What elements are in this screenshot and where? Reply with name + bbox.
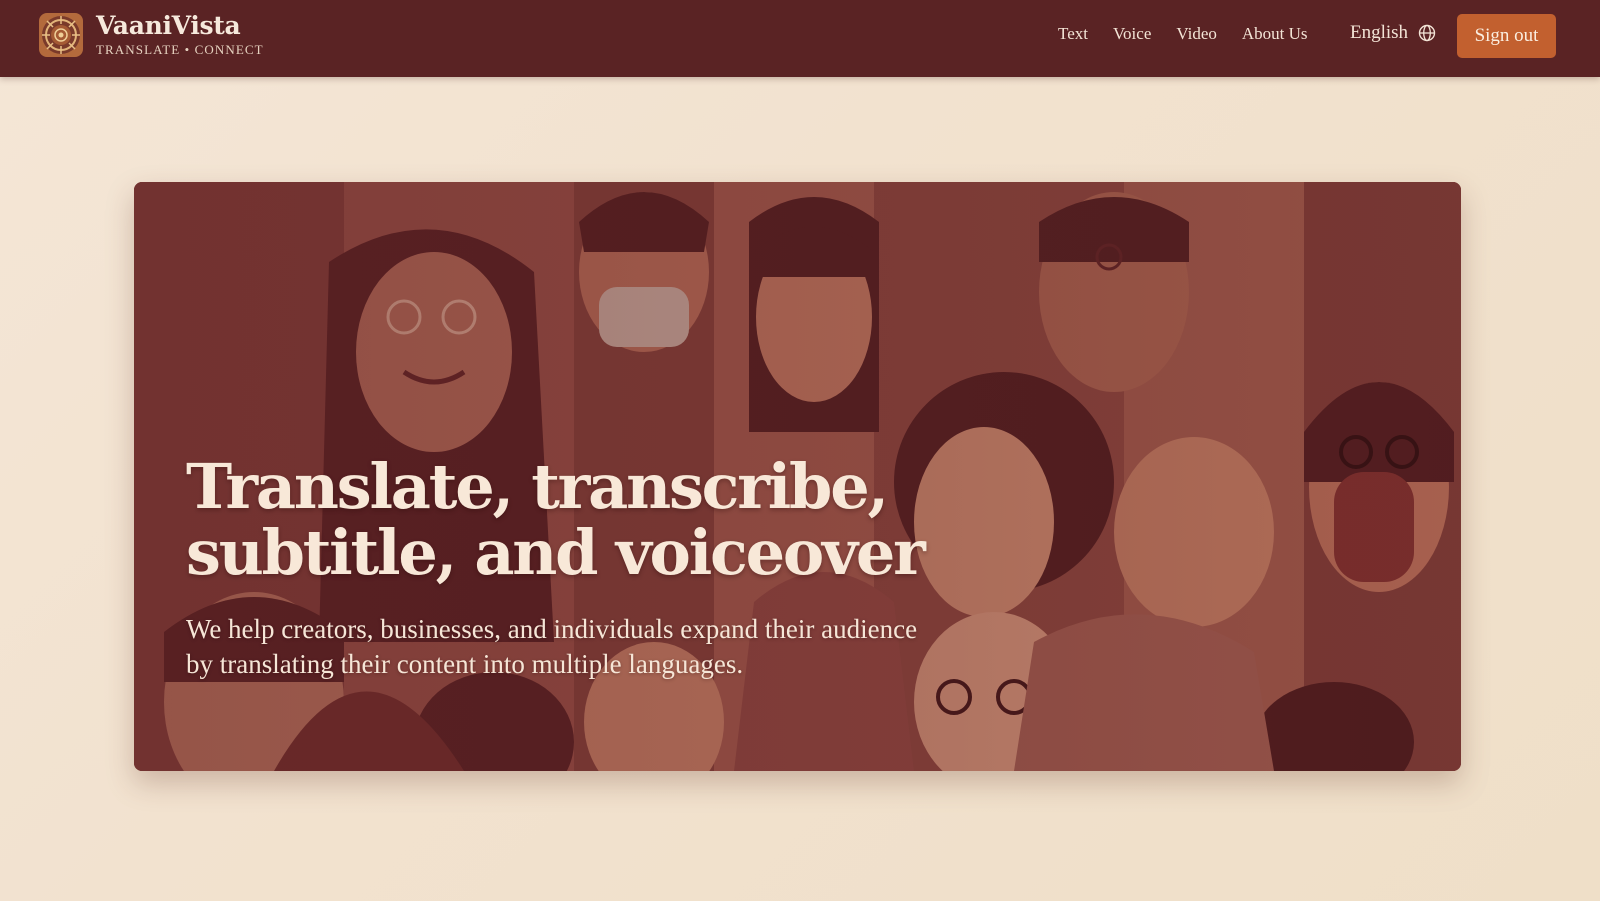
hero-banner: Translate, transcribe, subtitle, and voi… (134, 182, 1461, 771)
brand-tagline: TRANSLATE • CONNECT (96, 42, 264, 57)
globe-icon (1418, 24, 1436, 42)
brand-name: VaaniVista (96, 11, 241, 40)
language-label: English (1350, 22, 1409, 43)
hero-title: Translate, transcribe, subtitle, and voi… (186, 450, 926, 589)
primary-nav: Text Voice Video About Us (1058, 24, 1333, 44)
mandala-logo-icon (39, 13, 83, 57)
nav-link-text[interactable]: Text (1058, 24, 1088, 44)
nav-link-video[interactable]: Video (1176, 24, 1217, 44)
sign-out-button[interactable]: Sign out (1457, 14, 1556, 58)
nav-link-voice[interactable]: Voice (1113, 24, 1151, 44)
language-selector[interactable]: English (1350, 22, 1436, 44)
nav-link-about-us[interactable]: About Us (1242, 24, 1308, 44)
hero-subtitle: We help creators, businesses, and indivi… (186, 614, 918, 679)
top-navbar: VaaniVista TRANSLATE • CONNECT Text Voic… (0, 0, 1600, 77)
brand[interactable]: VaaniVista TRANSLATE • CONNECT (38, 12, 264, 58)
